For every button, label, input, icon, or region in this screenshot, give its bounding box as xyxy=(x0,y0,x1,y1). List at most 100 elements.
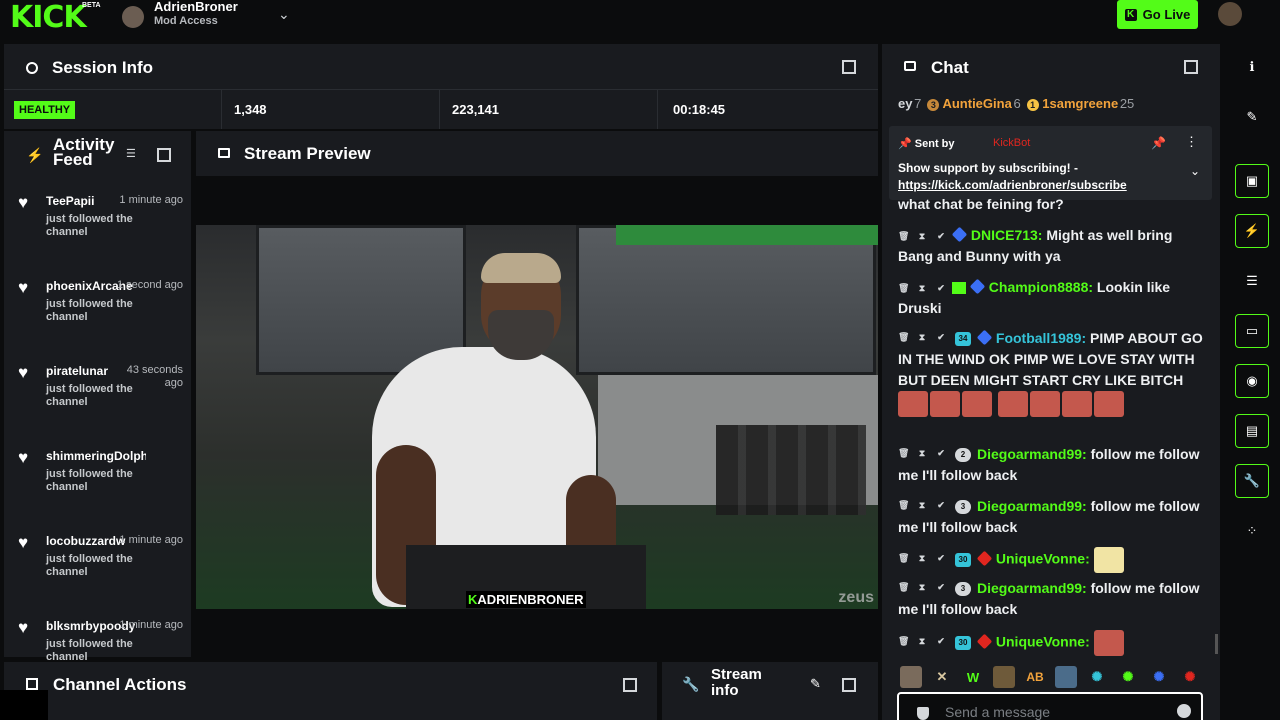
chat-username[interactable]: UniqueVonne: xyxy=(996,551,1090,567)
emote-button[interactable]: ✺ xyxy=(1179,666,1201,688)
chat-username[interactable]: Champion8888: xyxy=(989,279,1093,295)
emote-button[interactable]: ✕ xyxy=(931,666,953,688)
layout-icon[interactable]: ⁘ xyxy=(1235,514,1269,548)
session-info-toggle-icon[interactable]: ◉ xyxy=(1235,364,1269,398)
leaderboard-entry[interactable]: 3 AuntieGina 6 xyxy=(927,96,1021,111)
event-description: just followed the channel xyxy=(46,553,133,578)
bot-name[interactable]: KickBot xyxy=(993,137,1030,149)
event-description: just followed the channel xyxy=(46,383,133,408)
pinned-message[interactable]: 📌 Sent by KickBot 📌 ⋮ Show support by su… xyxy=(889,126,1212,200)
verified-icon: ✔ xyxy=(937,500,945,511)
pencil-icon[interactable]: ✎ xyxy=(810,676,821,692)
expand-icon[interactable] xyxy=(157,148,171,162)
access-level: Mod Access xyxy=(154,15,218,27)
chevron-down-icon[interactable]: ⌄ xyxy=(1190,164,1200,178)
expand-icon[interactable] xyxy=(842,60,856,74)
expand-icon[interactable] xyxy=(623,678,637,692)
delete-icon[interactable]: 🗑 xyxy=(898,636,909,647)
kick-logo[interactable]: KICK xyxy=(10,0,87,35)
follower-name[interactable]: shimmeringDolphin xyxy=(46,449,146,463)
chat-message: 🗑 ⧗ ✔ 2 Diegoarmand99: follow me follow me I… xyxy=(898,444,1203,486)
emote-button[interactable]: ✺ xyxy=(1148,666,1170,688)
channel-name[interactable]: AdrienBroner xyxy=(154,0,238,14)
emote-button[interactable]: W xyxy=(962,666,984,688)
heart-icon: ♥ xyxy=(18,533,29,552)
leaderboard-user: 1samgreene xyxy=(1042,96,1119,111)
stream-video[interactable]: KADRIENBRONER zeus xyxy=(196,225,878,609)
verified-icon: ✔ xyxy=(937,582,945,593)
chat-scrollbar[interactable] xyxy=(1215,634,1218,654)
timeout-icon[interactable]: ⧗ xyxy=(917,332,927,343)
user-avatar[interactable] xyxy=(1218,2,1242,26)
timeout-icon[interactable]: ⧗ xyxy=(917,500,927,511)
chat-username[interactable]: Diegoarmand99: xyxy=(977,446,1087,462)
chat-username[interactable]: DNICE713: xyxy=(971,227,1043,243)
delete-icon[interactable]: 🗑 xyxy=(898,231,909,242)
emote-image xyxy=(1093,547,1124,573)
channel-actions-toggle-icon[interactable]: ▤ xyxy=(1235,414,1269,448)
chevron-down-icon[interactable]: ⌄ xyxy=(278,6,294,22)
emote-button[interactable] xyxy=(993,666,1015,688)
delete-icon[interactable]: 🗑 xyxy=(898,500,909,511)
beta-label: BETA xyxy=(82,2,101,9)
chat-input-box[interactable] xyxy=(897,692,1203,720)
pin-icon[interactable]: 📌 xyxy=(1151,136,1166,150)
timeout-icon[interactable]: ⧗ xyxy=(917,582,927,593)
subscribe-link[interactable]: https://kick.com/adrienbroner/subscribe xyxy=(898,178,1127,192)
delete-icon[interactable]: 🗑 xyxy=(898,332,909,343)
info-icon[interactable]: ℹ xyxy=(1235,50,1269,84)
activity-feed-item[interactable]: ♥ piratelunar 43 seconds ago just followed … xyxy=(4,361,191,446)
chat-username[interactable]: UniqueVonne: xyxy=(996,634,1090,650)
expand-icon[interactable] xyxy=(842,678,856,692)
chat-message-input[interactable] xyxy=(945,704,1175,720)
activity-feed-item[interactable]: ♥ TeePapii 1 minute ago just followed the c… xyxy=(4,191,191,276)
stream-info-toggle-icon[interactable]: 🔧 xyxy=(1235,464,1269,498)
emote-button[interactable]: ✺ xyxy=(1117,666,1139,688)
chat-message: 🗑 ⧗ ✔ 3 Diegoarmand99: follow me follow me I… xyxy=(898,496,1203,538)
chat-username[interactable]: Diegoarmand99: xyxy=(977,498,1087,514)
timeout-icon[interactable]: ⧗ xyxy=(917,636,927,647)
gem-icon xyxy=(976,329,993,346)
timeout-icon[interactable]: ⧗ xyxy=(917,283,927,294)
mod-action-badges: 🗑 ⧗ ✔ 34 xyxy=(898,332,971,347)
expand-icon[interactable] xyxy=(1184,60,1198,74)
delete-icon[interactable]: 🗑 xyxy=(898,448,909,459)
gift-leaderboard: ey 7 3 AuntieGina 6 1 1samgreene 25 xyxy=(898,96,1134,111)
subscriber-badge: 30 xyxy=(955,553,971,567)
emote-button[interactable] xyxy=(1055,666,1077,688)
delete-icon[interactable]: 🗑 xyxy=(898,283,909,294)
chat-username[interactable]: Diegoarmand99: xyxy=(977,580,1087,596)
activity-feed-item[interactable]: ♥ locobuzzardw 1 minute ago just followed t… xyxy=(4,531,191,616)
list-icon[interactable]: ☰ xyxy=(1235,264,1269,298)
timeout-icon[interactable]: ⧗ xyxy=(917,553,927,564)
channel-avatar[interactable] xyxy=(122,6,144,28)
chat-username[interactable]: Football1989: xyxy=(996,330,1086,346)
chat-toggle-icon[interactable]: ▭ xyxy=(1235,314,1269,348)
go-live-button[interactable]: K Go Live xyxy=(1117,0,1198,29)
emote-button[interactable] xyxy=(900,666,922,688)
filter-icon[interactable]: ☰ xyxy=(126,147,136,160)
chat-message: 🗑 ⧗ ✔ 30 UniqueVonne: xyxy=(898,547,1203,573)
leaderboard-entry[interactable]: 1 1samgreene 25 xyxy=(1026,96,1134,111)
emote-button[interactable]: ✺ xyxy=(1086,666,1108,688)
leaderboard-count: 6 xyxy=(1013,96,1021,111)
more-options-icon[interactable]: ⋮ xyxy=(1185,134,1198,150)
session-stats: HEALTHY 1,348 223,141 00:18:45 xyxy=(4,89,878,129)
delete-icon[interactable]: 🗑 xyxy=(898,553,909,564)
delete-icon[interactable]: 🗑 xyxy=(898,582,909,593)
activity-feed-item[interactable]: ♥ phoenixArcane 1 second ago just followed … xyxy=(4,276,191,361)
overlay-block xyxy=(0,690,48,720)
timeout-icon[interactable]: ⧗ xyxy=(917,448,927,459)
edit-icon[interactable]: ✎ xyxy=(1235,100,1269,134)
timeout-icon[interactable]: ⧗ xyxy=(917,231,927,242)
emoji-icon[interactable] xyxy=(1177,704,1191,718)
watermark-logo: zeus xyxy=(838,589,874,606)
channel-actions-title: Channel Actions xyxy=(53,675,187,694)
activity-feed-item[interactable]: ♥ shimmeringDolphin just followed the chan… xyxy=(4,446,191,531)
chat-text: what chat be feining for? xyxy=(898,196,1064,212)
leaderboard-entry[interactable]: ey 7 xyxy=(898,96,921,111)
activity-feed-toggle-icon[interactable]: ⚡ xyxy=(1235,214,1269,248)
emote-button[interactable]: AB xyxy=(1024,666,1046,688)
stream-preview-toggle-icon[interactable]: ▣ xyxy=(1235,164,1269,198)
archive-icon xyxy=(26,678,38,690)
